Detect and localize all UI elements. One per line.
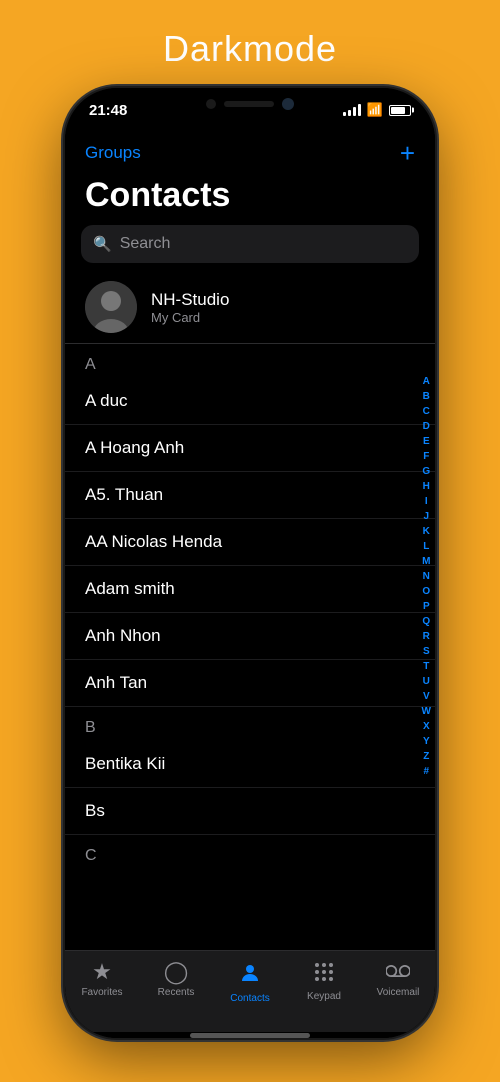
- search-bar[interactable]: 🔍 Search: [81, 225, 419, 263]
- alpha-y[interactable]: Y: [423, 735, 430, 749]
- phone-frame: 21:48 📶: [65, 88, 435, 1038]
- tab-voicemail-label: Voicemail: [377, 987, 420, 998]
- nav-bar: Groups +: [65, 132, 435, 172]
- tab-contacts[interactable]: Contacts: [213, 961, 287, 1004]
- my-card-name: NH-Studio: [151, 290, 229, 310]
- alpha-r[interactable]: R: [423, 630, 430, 644]
- contact-row[interactable]: Bentika Kii: [65, 741, 435, 788]
- signal-icon: [343, 104, 361, 116]
- alphabet-index[interactable]: A B C D E F G H I J K L M N O P Q: [422, 375, 431, 779]
- recents-icon: ◯: [164, 961, 189, 983]
- tab-bar: ★ Favorites ◯ Recents Contacts: [65, 950, 435, 1032]
- home-indicator: [65, 1032, 435, 1038]
- tab-voicemail[interactable]: Voicemail: [361, 961, 435, 998]
- status-time: 21:48: [89, 102, 127, 119]
- notch-speaker: [224, 101, 274, 107]
- alpha-s[interactable]: S: [423, 645, 430, 659]
- favorites-icon: ★: [92, 961, 112, 983]
- section-header-b: B: [65, 707, 435, 741]
- tab-favorites[interactable]: ★ Favorites: [65, 961, 139, 998]
- contact-row[interactable]: Bs: [65, 788, 435, 835]
- contact-row[interactable]: Anh Tan: [65, 660, 435, 707]
- contacts-page-title: Contacts: [65, 172, 435, 225]
- alpha-b[interactable]: B: [423, 390, 430, 404]
- alpha-hash[interactable]: #: [423, 765, 429, 779]
- signal-bar-1: [343, 112, 346, 116]
- contact-row[interactable]: Anh Nhon: [65, 613, 435, 660]
- tab-keypad[interactable]: Keypad: [287, 961, 361, 1002]
- alpha-j[interactable]: J: [423, 510, 429, 524]
- contact-row[interactable]: Adam smith: [65, 566, 435, 613]
- alpha-o[interactable]: O: [422, 585, 430, 599]
- alpha-u[interactable]: U: [423, 675, 430, 689]
- alpha-i[interactable]: I: [425, 495, 428, 509]
- search-placeholder: Search: [120, 235, 171, 253]
- contact-row[interactable]: AA Nicolas Henda: [65, 519, 435, 566]
- alpha-f[interactable]: F: [423, 450, 429, 464]
- alpha-w[interactable]: W: [422, 705, 431, 719]
- signal-bar-4: [358, 104, 361, 116]
- my-card-row[interactable]: NH-Studio My Card: [65, 275, 435, 344]
- my-card-subtitle: My Card: [151, 310, 229, 325]
- status-bar: 21:48 📶: [65, 88, 435, 132]
- alpha-t[interactable]: T: [423, 660, 429, 674]
- alpha-e[interactable]: E: [423, 435, 430, 449]
- tab-contacts-label: Contacts: [230, 993, 269, 1004]
- my-card-info: NH-Studio My Card: [151, 290, 229, 325]
- keypad-icon: [313, 961, 335, 987]
- alpha-z[interactable]: Z: [423, 750, 429, 764]
- alpha-n[interactable]: N: [423, 570, 430, 584]
- battery-fill: [391, 107, 405, 114]
- tab-keypad-label: Keypad: [307, 991, 341, 1002]
- notch: [170, 88, 330, 120]
- status-icons: 📶: [343, 102, 411, 118]
- tab-favorites-label: Favorites: [81, 987, 122, 998]
- contact-row[interactable]: A duc: [65, 378, 435, 425]
- contacts-icon: [238, 961, 262, 989]
- signal-bar-2: [348, 110, 351, 116]
- alpha-g[interactable]: G: [422, 465, 430, 479]
- section-header-a: A: [65, 344, 435, 378]
- alpha-d[interactable]: D: [423, 420, 430, 434]
- alpha-m[interactable]: M: [422, 555, 430, 569]
- alpha-a[interactable]: A: [423, 375, 430, 389]
- alpha-x[interactable]: X: [423, 720, 430, 734]
- home-bar: [190, 1033, 310, 1038]
- tab-recents-label: Recents: [158, 987, 195, 998]
- search-icon: 🔍: [93, 235, 112, 253]
- notch-camera: [282, 98, 294, 110]
- alpha-k[interactable]: K: [423, 525, 430, 539]
- alpha-q[interactable]: Q: [422, 615, 430, 629]
- contacts-list[interactable]: NH-Studio My Card A A duc A Hoang Anh A5…: [65, 275, 435, 950]
- alpha-l[interactable]: L: [423, 540, 429, 554]
- battery-icon: [389, 105, 411, 116]
- alpha-p[interactable]: P: [423, 600, 430, 614]
- wifi-icon: 📶: [367, 102, 383, 118]
- contact-row[interactable]: A Hoang Anh: [65, 425, 435, 472]
- voicemail-icon: [386, 961, 410, 983]
- app-content: Groups + Contacts 🔍 Search: [65, 132, 435, 1038]
- avatar: [85, 281, 137, 333]
- alpha-v[interactable]: V: [423, 690, 430, 704]
- notch-dot-left: [206, 99, 216, 109]
- section-header-c: C: [65, 835, 435, 869]
- page-title: Darkmode: [163, 28, 337, 70]
- add-contact-button[interactable]: +: [400, 140, 415, 166]
- tab-recents[interactable]: ◯ Recents: [139, 961, 213, 998]
- signal-bar-3: [353, 107, 356, 116]
- alpha-h[interactable]: H: [423, 480, 430, 494]
- contact-row[interactable]: A5. Thuan: [65, 472, 435, 519]
- groups-button[interactable]: Groups: [85, 143, 141, 163]
- alpha-c[interactable]: C: [423, 405, 430, 419]
